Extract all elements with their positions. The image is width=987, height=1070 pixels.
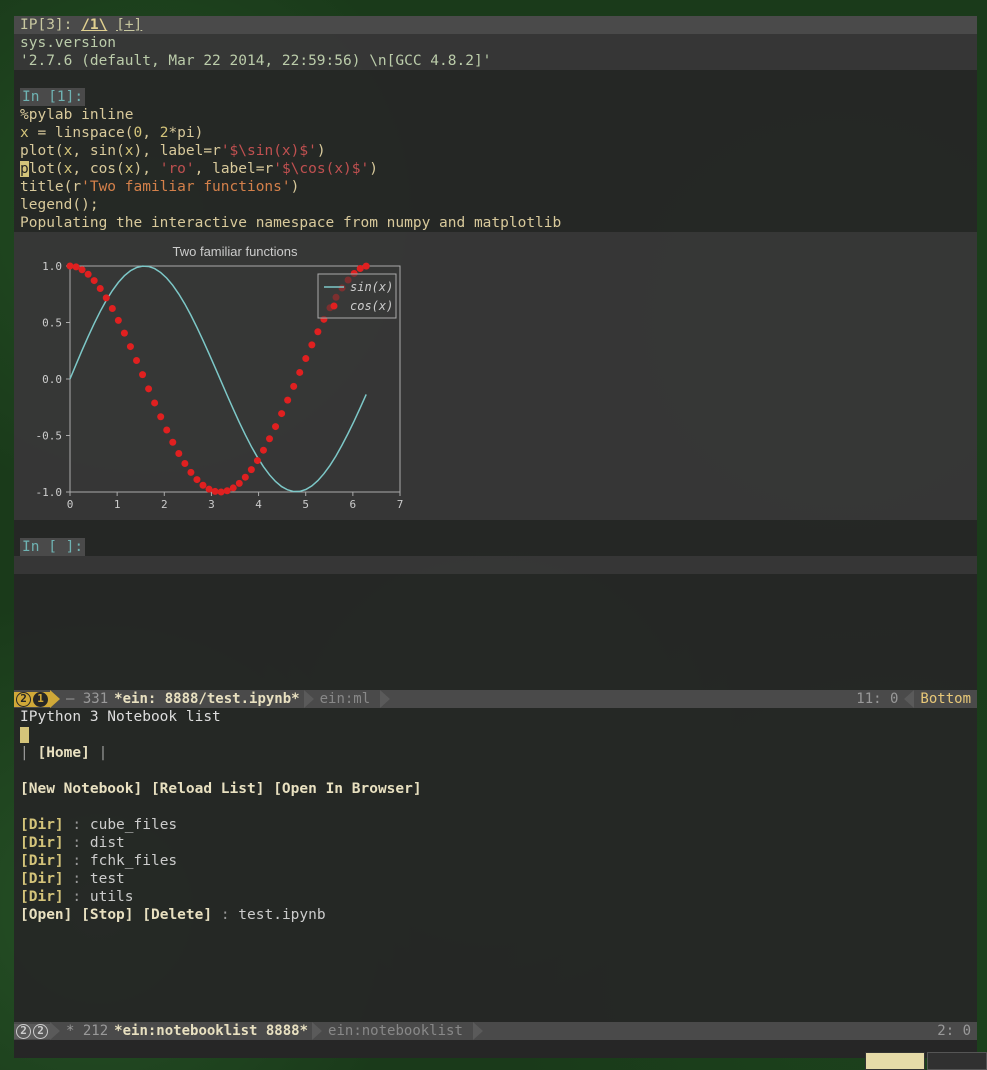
svg-text:1: 1 <box>114 498 121 511</box>
dir-name[interactable]: test <box>90 871 125 887</box>
dir-button[interactable]: [Dir] <box>20 835 64 851</box>
notebooklist-pane[interactable]: IPython 3 Notebook list | [Home] | [New … <box>14 708 977 1022</box>
taskbar-item[interactable] <box>927 1052 987 1070</box>
dir-row: [Dir] : dist <box>20 834 971 852</box>
chevron-right-icon <box>312 1022 322 1040</box>
code-line[interactable]: legend(); <box>14 196 977 214</box>
code-line[interactable]: plot(x, cos(x), 'ro', label=r'$\cos(x)$'… <box>14 160 977 178</box>
in-prompt-empty[interactable]: In [ ]: <box>20 538 85 556</box>
svg-text:0.0: 0.0 <box>42 373 62 386</box>
window-badges: 2 1 <box>14 692 50 707</box>
open-in-browser-button[interactable]: [Open In Browser] <box>273 781 421 797</box>
plot-svg: Two familiar functions 0 1 2 3 4 5 6 7 -1.0 -0.5 0.… <box>20 242 410 514</box>
delete-button[interactable]: [Delete] <box>142 907 212 923</box>
in-prompt: In [1]: <box>20 88 85 106</box>
dir-name[interactable]: utils <box>90 889 134 905</box>
dir-button[interactable]: [Dir] <box>20 871 64 887</box>
code-line[interactable]: %pylab inline <box>14 106 977 124</box>
output-line: '2.7.6 (default, Mar 22 2014, 22:59:56) … <box>20 52 971 70</box>
sb-cursor-pos: 2: 0 <box>931 1022 977 1040</box>
dir-row: [Dir] : test <box>20 870 971 888</box>
svg-text:1.0: 1.0 <box>42 260 62 273</box>
cursor-icon <box>20 727 29 743</box>
svg-text:Two familiar functions: Two familiar functions <box>173 244 298 259</box>
svg-text:6: 6 <box>350 498 357 511</box>
open-button[interactable]: [Open] <box>20 907 72 923</box>
sb-scroll-indicator: Bottom <box>914 690 977 708</box>
sb-filename: *ein: 8888/test.ipynb* <box>114 690 299 708</box>
badge-circle-icon: 2 <box>16 692 31 707</box>
window-badges: 2 2 <box>14 1024 50 1039</box>
reload-list-button[interactable]: [Reload List] <box>151 781 265 797</box>
statusbar-top: 2 1 – 331 *ein: 8888/test.ipynb* ein:ml … <box>14 690 977 708</box>
dir-row: [Dir] : utils <box>20 888 971 906</box>
new-notebook-button[interactable]: [New Notebook] <box>20 781 142 797</box>
svg-text:sin(x): sin(x) <box>350 280 393 294</box>
chevron-right-icon <box>380 690 390 708</box>
dir-name[interactable]: dist <box>90 835 125 851</box>
chevron-right-icon <box>50 1022 60 1040</box>
svg-text:4: 4 <box>255 498 262 511</box>
cell-0-output: sys.version '2.7.6 (default, Mar 22 2014… <box>14 34 977 70</box>
svg-text:0: 0 <box>67 498 74 511</box>
minibuffer[interactable] <box>14 1040 977 1058</box>
svg-text:-1.0: -1.0 <box>36 486 63 499</box>
cursor-icon: p <box>20 161 29 177</box>
kernel-slash[interactable]: /1\ <box>81 17 107 33</box>
file-name[interactable]: test.ipynb <box>238 907 325 923</box>
stdout-message: Populating the interactive namespace fro… <box>14 214 977 232</box>
dir-row: [Dir] : fchk_files <box>20 852 971 870</box>
dir-name[interactable]: cube_files <box>90 817 177 833</box>
statusbar-bottom: 2 2 * 212 *ein:notebooklist 8888* ein:no… <box>14 1022 977 1040</box>
dir-button[interactable]: [Dir] <box>20 853 64 869</box>
code-line[interactable]: plot(x, sin(x), label=r'$\sin(x)$') <box>14 142 977 160</box>
taskbar-item[interactable] <box>865 1052 925 1070</box>
badge-circle-icon: 1 <box>33 692 48 707</box>
svg-text:5: 5 <box>302 498 309 511</box>
svg-text:3: 3 <box>208 498 215 511</box>
code-line[interactable]: x = linspace(0, 2*pi) <box>14 124 977 142</box>
chart-output: Two familiar functions 0 1 2 3 4 5 6 7 -1.0 -0.5 0.… <box>14 232 977 520</box>
svg-text:0.5: 0.5 <box>42 317 62 330</box>
output-line: sys.version <box>20 34 971 52</box>
chevron-right-icon <box>50 690 60 708</box>
add-cell-icon[interactable]: [+] <box>116 17 142 33</box>
notebook-pane[interactable]: IP[3]: /1\ [+] sys.version '2.7.6 (defau… <box>14 16 977 690</box>
svg-text:cos(x): cos(x) <box>350 299 393 313</box>
sb-mode: ein:ml <box>314 690 377 708</box>
separator: | <box>20 745 29 761</box>
dir-row: [Dir] : cube_files <box>20 816 971 834</box>
sb-cursor-pos: 11: 0 <box>850 690 904 708</box>
code-line[interactable]: title(r'Two familiar functions') <box>14 178 977 196</box>
chevron-left-icon <box>904 690 914 708</box>
sb-linenum: * 212 <box>60 1022 114 1040</box>
cell-1[interactable]: In [1]: %pylab inline x = linspace(0, 2*… <box>14 88 977 214</box>
sb-mode: ein:notebooklist <box>322 1022 469 1040</box>
header-line: IP[3]: /1\ [+] <box>14 16 977 34</box>
svg-text:2: 2 <box>161 498 168 511</box>
sb-filename: *ein:notebooklist 8888* <box>114 1022 308 1040</box>
ip-label: IP[3]: <box>20 17 72 33</box>
empty-cell-body[interactable] <box>14 556 977 574</box>
chevron-right-icon <box>304 690 314 708</box>
svg-text:-0.5: -0.5 <box>36 430 63 443</box>
dir-name[interactable]: fchk_files <box>90 853 177 869</box>
stop-button[interactable]: [Stop] <box>81 907 133 923</box>
dir-button[interactable]: [Dir] <box>20 889 64 905</box>
dir-button[interactable]: [Dir] <box>20 817 64 833</box>
separator: | <box>99 745 108 761</box>
taskbar <box>865 1052 987 1070</box>
badge-circle-icon: 2 <box>16 1024 31 1039</box>
badge-circle-icon: 2 <box>33 1024 48 1039</box>
chevron-right-icon <box>473 1022 483 1040</box>
svg-text:7: 7 <box>397 498 404 511</box>
nb-list-title: IPython 3 Notebook list <box>20 708 971 726</box>
sb-linenum: – 331 <box>60 690 114 708</box>
file-row: [Open] [Stop] [Delete] : test.ipynb <box>20 906 971 924</box>
home-button[interactable]: [Home] <box>37 745 89 761</box>
